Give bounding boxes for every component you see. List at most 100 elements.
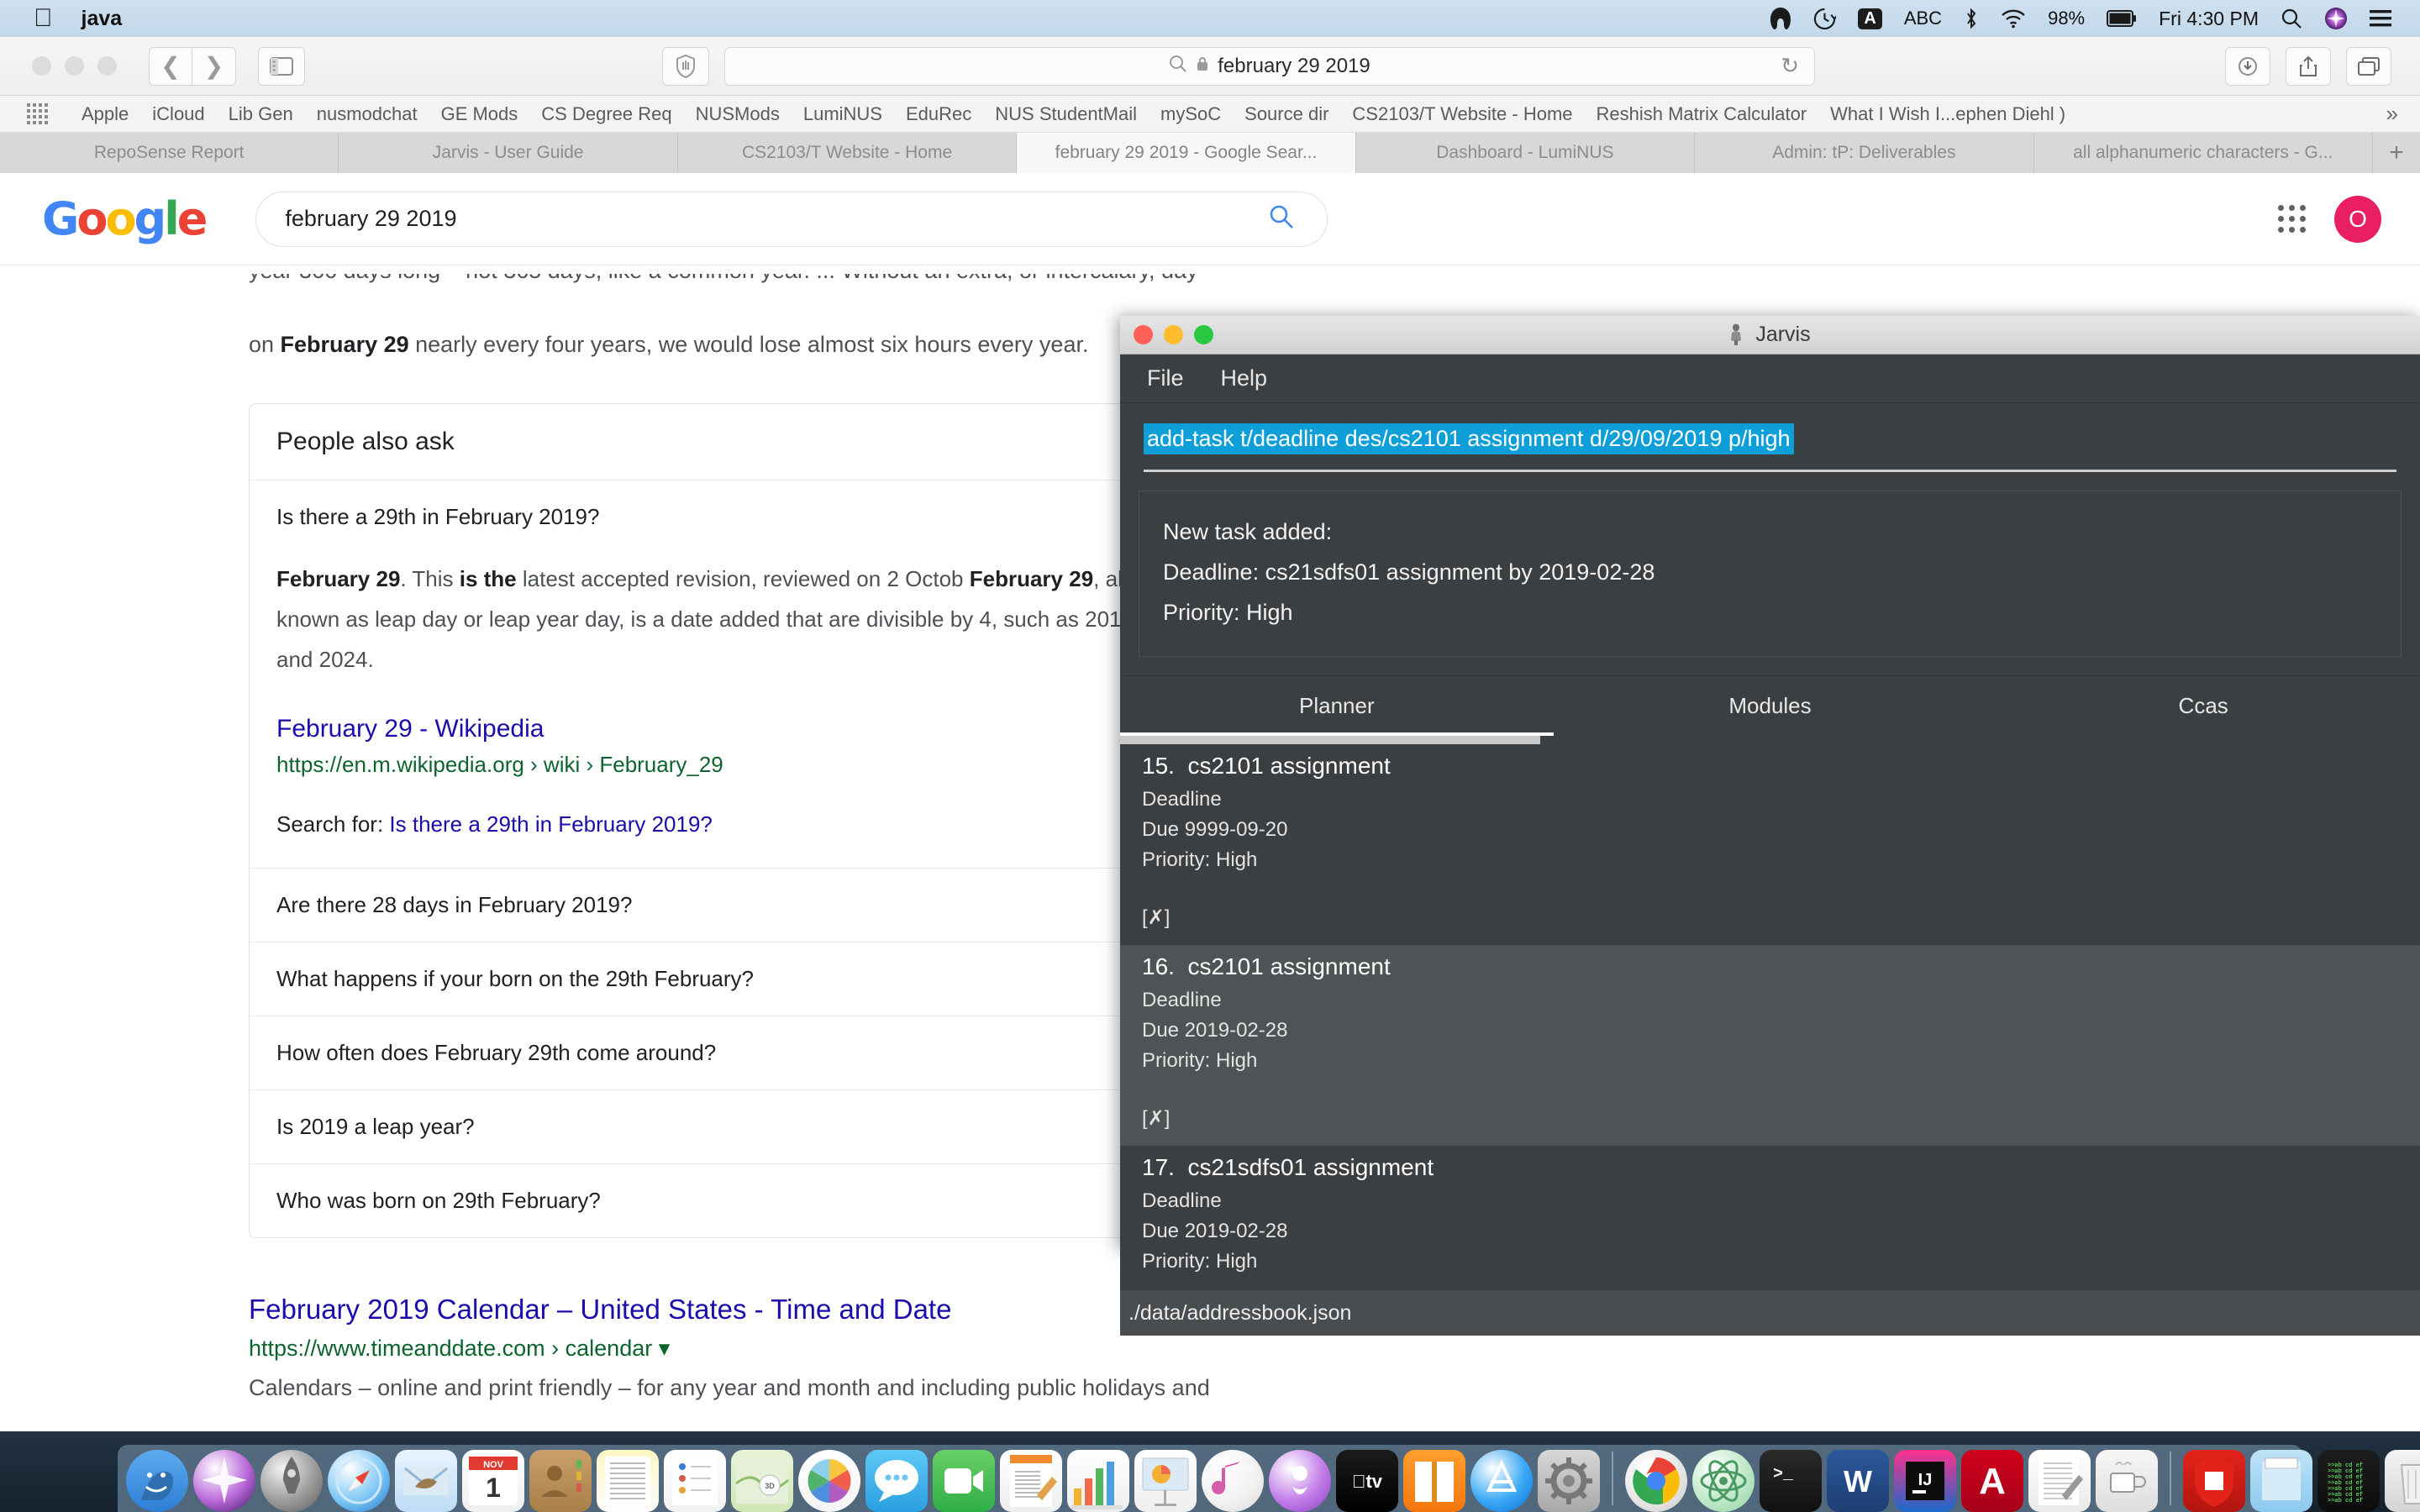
dock-item-atom[interactable] xyxy=(1692,1450,1754,1512)
java-icon[interactable] xyxy=(2096,1450,2158,1512)
browser-tab[interactable]: Jarvis - User Guide xyxy=(339,133,677,173)
dock-item-itunes[interactable] xyxy=(1202,1450,1264,1512)
dock-item-books[interactable] xyxy=(1403,1450,1465,1512)
google-search-box[interactable]: february 29 2019 xyxy=(255,192,1328,247)
back-button[interactable]: ❮ xyxy=(149,47,192,86)
scrollbar-thumb[interactable] xyxy=(1120,736,1540,744)
launchpad-icon[interactable] xyxy=(260,1450,323,1512)
avatar[interactable]: O xyxy=(2334,196,2381,243)
angular-icon[interactable]: A xyxy=(1961,1450,2023,1512)
menu-bar-clock[interactable]: Fri 4:30 PM xyxy=(2159,8,2259,30)
bookmark-item[interactable]: GE Mods xyxy=(429,103,530,125)
photos-icon[interactable] xyxy=(798,1450,860,1512)
paa-expanded-item[interactable]: Is there a 29th in February 2019? Februa… xyxy=(250,480,1235,869)
close-window-button[interactable] xyxy=(32,56,51,76)
dock-item-keynote[interactable] xyxy=(1134,1450,1197,1512)
privacy-shield-icon[interactable] xyxy=(662,47,709,86)
paa-question-row[interactable]: Are there 28 days in February 2019? xyxy=(250,869,1235,942)
bookmark-item[interactable]: NUS StudentMail xyxy=(983,103,1149,125)
dock-item-angular[interactable]: A xyxy=(1961,1450,2023,1512)
notes-icon[interactable] xyxy=(597,1450,659,1512)
battery-icon[interactable] xyxy=(2107,6,2137,31)
paa-question-row[interactable]: What happens if your born on the 29th Fe… xyxy=(250,942,1235,1016)
wifi-icon[interactable] xyxy=(2001,6,2026,31)
dock-item-reminders[interactable] xyxy=(664,1450,726,1512)
task-list-scrollbar[interactable] xyxy=(1120,736,2420,744)
bookmark-item[interactable]: Source dir xyxy=(1233,103,1340,125)
safari-icon[interactable] xyxy=(328,1450,390,1512)
dock-item-pages[interactable] xyxy=(1000,1450,1062,1512)
search-icon[interactable] xyxy=(1268,203,1295,234)
finder-icon[interactable] xyxy=(126,1450,188,1512)
dock-item-terminal[interactable]: >_ xyxy=(1760,1450,1822,1512)
bluetooth-icon[interactable] xyxy=(1964,6,1979,31)
bookmark-item[interactable]: iCloud xyxy=(140,103,216,125)
dock-item-siri[interactable] xyxy=(193,1450,255,1512)
tab-overview-icon[interactable] xyxy=(2346,47,2391,86)
forward-button[interactable]: ❯ xyxy=(192,47,236,86)
dock-item-messages[interactable] xyxy=(865,1450,928,1512)
maximize-window-button[interactable] xyxy=(97,56,117,76)
input-source-badge-icon[interactable]: A xyxy=(1858,8,1881,29)
tab-modules[interactable]: Modules xyxy=(1554,676,1987,736)
new-tab-button[interactable]: + xyxy=(2373,133,2420,173)
dock-item-maps[interactable]: 3D xyxy=(731,1450,793,1512)
notification-center-icon[interactable] xyxy=(2370,6,2391,31)
bookmarks-grid-icon[interactable] xyxy=(27,103,48,124)
dock-item-numbers[interactable] xyxy=(1067,1450,1129,1512)
share-icon[interactable] xyxy=(2286,47,2331,86)
keynote-icon[interactable] xyxy=(1134,1450,1197,1512)
jarvis-command-input[interactable]: add-task t/deadline des/cs2101 assignmen… xyxy=(1144,423,1794,454)
dock-item-launchpad[interactable] xyxy=(260,1450,323,1512)
paa-question-row[interactable]: Who was born on 29th February? xyxy=(250,1164,1235,1237)
dock-item-textedit[interactable] xyxy=(2028,1450,2091,1512)
apple-tv-icon[interactable]: tv xyxy=(1336,1450,1398,1512)
google-logo[interactable]: Google xyxy=(42,192,205,245)
app-store-icon[interactable] xyxy=(1470,1450,1533,1512)
paa-question-row[interactable]: Is 2019 a leap year? xyxy=(250,1090,1235,1164)
dock-item-facetime[interactable] xyxy=(933,1450,995,1512)
dock-item-photos[interactable] xyxy=(798,1450,860,1512)
facetime-icon[interactable] xyxy=(933,1450,995,1512)
input-source-label[interactable]: ABC xyxy=(1904,8,1942,29)
apple-logo-icon[interactable]:  xyxy=(34,6,53,31)
bookmark-item[interactable]: EduRec xyxy=(894,103,983,125)
dock-item-terminal-window[interactable]: >>ab cd ef>>ab cd ef>>ab cd ef>>ab cd ef… xyxy=(2317,1450,2380,1512)
textedit-icon[interactable] xyxy=(2028,1450,2091,1512)
intellij-idea-icon[interactable]: IJ xyxy=(1894,1450,1956,1512)
browser-tab[interactable]: all alphanumeric characters - G... xyxy=(2034,133,2373,173)
pages-icon[interactable] xyxy=(1000,1450,1062,1512)
dock-item-finder[interactable] xyxy=(126,1450,188,1512)
atom-icon[interactable] xyxy=(1692,1450,1754,1512)
jarvis-menu-file[interactable]: File xyxy=(1147,365,1184,391)
google-search-input[interactable]: february 29 2019 xyxy=(285,206,456,232)
bookmark-item[interactable]: What I Wish I...ephen Diehl ) xyxy=(1818,103,2077,125)
tab-ccas[interactable]: Ccas xyxy=(1986,676,2420,736)
dock-item-downloads-stack[interactable] xyxy=(2250,1450,2312,1512)
spotlight-search-icon[interactable] xyxy=(2281,6,2302,31)
trash-icon[interactable] xyxy=(2385,1450,2420,1512)
jarvis-title-bar[interactable]: Jarvis xyxy=(1120,316,2420,354)
browser-tab[interactable]: Dashboard - LumiNUS xyxy=(1356,133,1695,173)
dock-item-google-chrome[interactable] xyxy=(1625,1450,1687,1512)
dock-item-calendar[interactable]: NOV1 xyxy=(462,1450,524,1512)
bookmark-item[interactable]: mySoC xyxy=(1149,103,1233,125)
bookmark-item[interactable]: Lib Gen xyxy=(217,103,305,125)
browser-tab[interactable]: CS2103/T Website - Home xyxy=(678,133,1017,173)
paa-question-row[interactable]: How often does February 29th come around… xyxy=(250,1016,1235,1090)
system-preferences-icon[interactable] xyxy=(1538,1450,1600,1512)
dock-item-safari[interactable] xyxy=(328,1450,390,1512)
browser-tab[interactable]: RepoSense Report xyxy=(0,133,339,173)
contacts-icon[interactable] xyxy=(529,1450,592,1512)
bookmarks-overflow-icon[interactable]: » xyxy=(2386,101,2398,127)
maps-icon[interactable]: 3D xyxy=(731,1450,793,1512)
caret-down-icon[interactable]: ▾ xyxy=(659,1336,671,1361)
task-list-item[interactable]: 15. cs2101 assignment Deadline Due 9999-… xyxy=(1120,744,2420,945)
bookmark-item[interactable]: nusmodchat xyxy=(305,103,429,125)
dock-item-contacts[interactable] xyxy=(529,1450,592,1512)
task-delete-button[interactable]: [✗] xyxy=(1142,1106,2420,1131)
bookmark-item[interactable]: CS2103/T Website - Home xyxy=(1340,103,1584,125)
browser-tab[interactable]: Admin: tP: Deliverables xyxy=(1695,133,2033,173)
task-list-item[interactable]: 16. cs2101 assignment Deadline Due 2019-… xyxy=(1120,945,2420,1146)
sidebar-toggle-icon[interactable] xyxy=(258,47,305,86)
